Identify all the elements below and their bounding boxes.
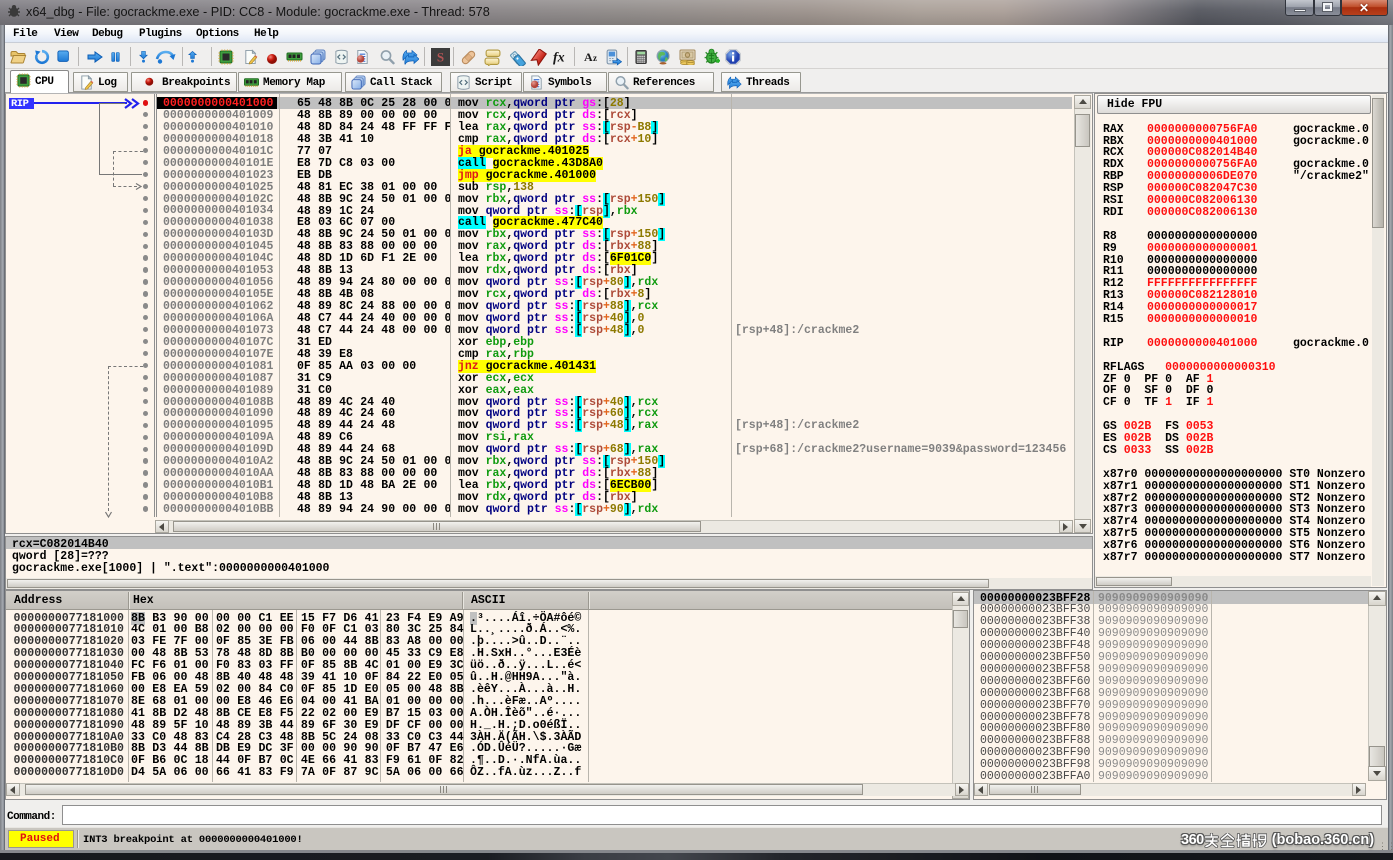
svg-text:z: z bbox=[593, 53, 597, 63]
svg-text:fx: fx bbox=[553, 51, 565, 66]
svg-text:A: A bbox=[584, 50, 593, 64]
svg-text:S: S bbox=[437, 50, 444, 65]
